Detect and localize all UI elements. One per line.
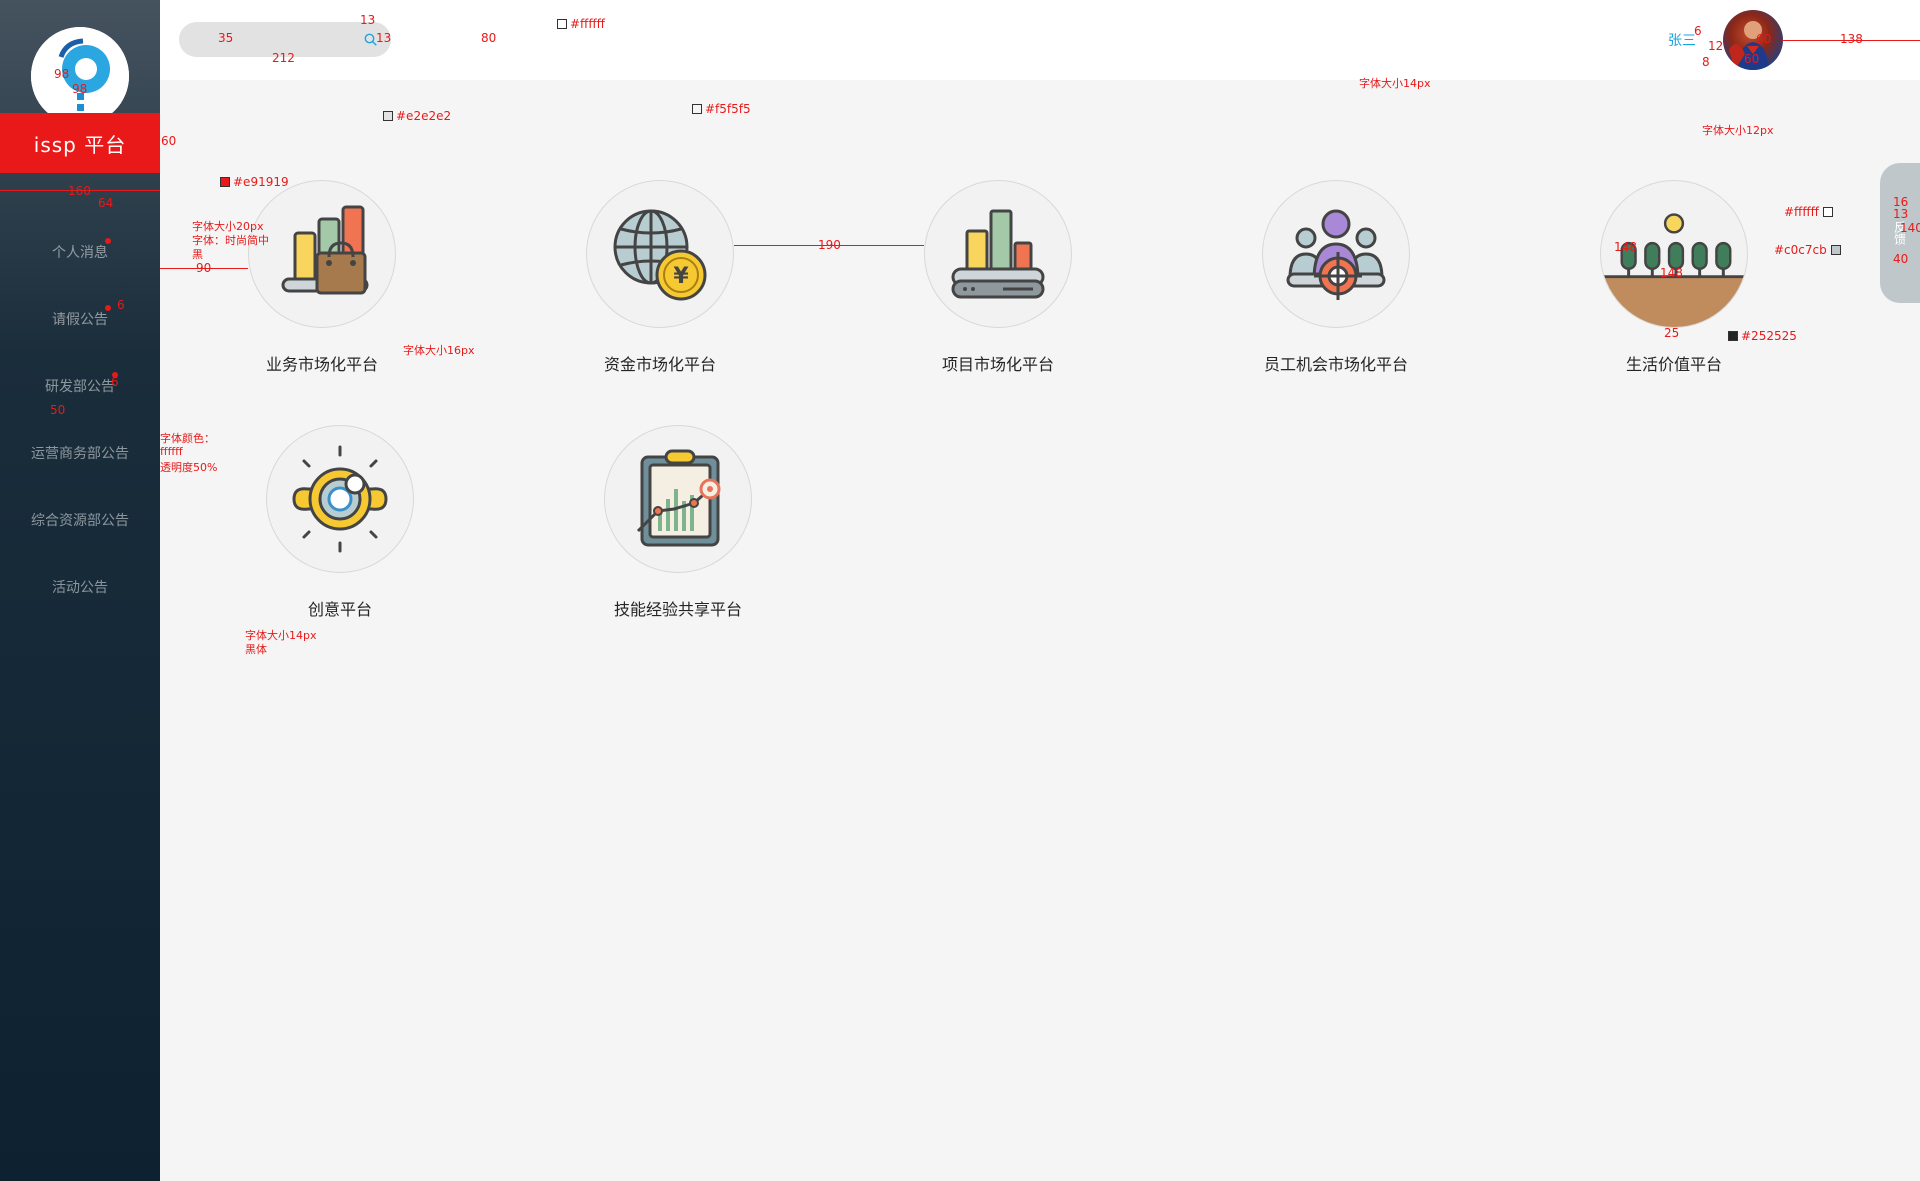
sidebar-item-label: 综合资源部公告: [31, 512, 129, 529]
platform-icon-circle[interactable]: [266, 425, 414, 573]
platform-icon-circle[interactable]: [248, 180, 396, 328]
annotation-logo-height: 98: [72, 82, 88, 96]
platform-icon-circle[interactable]: [604, 425, 752, 573]
annotation-avatar-width: 60: [1756, 32, 1772, 46]
platform-card-skills-sharing[interactable]: 技能经验共享平台: [604, 425, 752, 620]
annotation-tab-40: 40: [1893, 252, 1909, 266]
sidebar-item-rd-notice[interactable]: 研发部公告: [0, 352, 160, 419]
annotation-name-gap-1: 6: [1694, 24, 1702, 38]
globe-yen-icon: ¥: [613, 209, 707, 301]
platform-label[interactable]: 资金市场化平台: [586, 351, 734, 375]
platform-card-creative[interactable]: 创意平台: [266, 425, 414, 620]
annotation-brand-font-family: 字体：时尚简中: [192, 234, 269, 247]
svg-text:¥: ¥: [673, 264, 689, 289]
color-swatch: [383, 111, 393, 121]
platform-card-business[interactable]: 业务市场化平台: [248, 180, 396, 375]
annotation-top-color: #ffffff: [557, 17, 605, 31]
brand-title: issp 平台: [0, 113, 160, 173]
annotation-label-gap: 25: [1664, 326, 1680, 340]
shopping-bag-chart-icon: [281, 205, 369, 295]
color-swatch: [557, 19, 567, 29]
annotation-search-color: #e2e2e2: [383, 109, 451, 123]
annotation-tab-13: 13: [1893, 207, 1909, 221]
annotation-brand-color: #e91919: [220, 175, 289, 189]
platform-label[interactable]: 创意平台: [266, 596, 414, 620]
annotation-nav-gap: 50: [50, 403, 66, 417]
sidebar-item-personal-messages[interactable]: 个人消息: [0, 218, 160, 285]
annotation-logo-width: 98: [54, 67, 70, 81]
annotation-nav-font-family: 黑体: [245, 643, 267, 656]
color-swatch: [1728, 331, 1738, 341]
annotation-user-font: 字体大小14px: [1359, 77, 1431, 90]
logo-icon: [31, 27, 129, 125]
user-name[interactable]: 张三: [1668, 30, 1696, 50]
server-bar-chart-icon: [951, 209, 1045, 299]
sidebar-item-operations-notice[interactable]: 运营商务部公告: [0, 419, 160, 486]
color-swatch: [220, 177, 230, 187]
trees-sun-icon: [1601, 213, 1747, 327]
platform-label[interactable]: 生活价值平台: [1600, 351, 1748, 375]
annotation-search-icon-height: 13: [376, 31, 392, 45]
platform-label[interactable]: 业务市场化平台: [248, 351, 396, 375]
annotation-tab-color: #c0c7cb: [1774, 243, 1844, 257]
annotation-avatar-right: 138: [1840, 32, 1863, 46]
annotation-tab-font: 字体大小12px: [1702, 124, 1774, 137]
platform-icon-circle[interactable]: [1600, 180, 1748, 328]
top-bar: 张三: [160, 0, 1920, 80]
unread-dot: [105, 305, 111, 311]
platform-label[interactable]: 项目市场化平台: [924, 351, 1072, 375]
sidebar-item-label: 研发部公告: [45, 378, 115, 395]
platform-label[interactable]: 技能经验共享平台: [604, 596, 752, 620]
annotation-sidebar-width: 160: [68, 184, 91, 198]
platform-card-staff-opportunities[interactable]: 员工机会市场化平台: [1262, 180, 1410, 375]
platform-label[interactable]: 员工机会市场化平台: [1262, 351, 1410, 375]
annotation-circle-height: 148: [1614, 240, 1637, 254]
annotation-nav-opacity: 透明度50%: [160, 461, 218, 474]
platform-icon-circle[interactable]: [1262, 180, 1410, 328]
color-swatch: [1830, 245, 1841, 255]
team-target-icon: [1286, 209, 1386, 300]
annotation-tab-140: 140: [1900, 221, 1920, 235]
annotation-search-icon-width: 13: [360, 13, 376, 27]
annotation-card-gap: 190: [818, 238, 841, 252]
annotation-name-gap-3: 8: [1702, 55, 1710, 69]
sidebar-item-label: 请假公告: [52, 311, 108, 328]
sidebar-item-label: 活动公告: [52, 579, 108, 596]
annotation-brand-height: 60: [161, 134, 177, 148]
annotation-nav-color-label: 字体颜色：: [160, 432, 215, 445]
annotation-top-height: 80: [481, 31, 497, 45]
unread-dot: [105, 238, 111, 244]
annotation-label-color: #252525: [1728, 329, 1797, 343]
platform-card-funds[interactable]: ¥ 资金市场化平台: [586, 180, 734, 375]
platform-icon-circle[interactable]: [924, 180, 1072, 328]
clipboard-chart-icon: [636, 449, 721, 547]
annotation-brand-text-width: 64: [98, 196, 114, 210]
annotation-nav-dot-2: 6: [111, 375, 119, 389]
annotation-tab-text-color: #ffffff: [1784, 205, 1836, 219]
creative-lens-icon: [292, 445, 388, 553]
sidebar-item-activity-notice[interactable]: 活动公告: [0, 553, 160, 620]
annotation-circle-width: 148: [1660, 266, 1683, 280]
platform-icon-circle[interactable]: ¥: [586, 180, 734, 328]
annotation-name-gap-2: 12: [1708, 39, 1724, 53]
annotation-left-gap: 90: [196, 261, 212, 275]
color-swatch: [1822, 207, 1833, 217]
annotation-avatar-height: 60: [1744, 52, 1760, 66]
logo[interactable]: [31, 27, 129, 125]
platform-card-projects[interactable]: 项目市场化平台: [924, 180, 1072, 375]
sidebar: issp 平台 个人消息 请假公告 研发部公告 运营商务部公告 综合资源部公告 …: [0, 0, 160, 1181]
annotation-label-font: 字体大小16px: [403, 344, 475, 357]
annotation-nav-dot: 6: [117, 298, 125, 312]
color-swatch: [692, 104, 702, 114]
annotation-nav-color-value: ffffff: [160, 445, 183, 458]
sidebar-nav: 个人消息 请假公告 研发部公告 运营商务部公告 综合资源部公告 活动公告: [0, 218, 160, 620]
sidebar-item-label: 个人消息: [52, 244, 108, 261]
sidebar-item-leave-notice[interactable]: 请假公告: [0, 285, 160, 352]
annotation-bg-color: #f5f5f5: [692, 102, 751, 116]
annotation-brand-font-weight: 黑: [192, 248, 203, 261]
sidebar-item-label: 运营商务部公告: [31, 445, 129, 462]
annotation-search-height: 35: [218, 31, 234, 45]
sidebar-item-resources-notice[interactable]: 综合资源部公告: [0, 486, 160, 553]
annotation-search-width: 212: [272, 51, 295, 65]
